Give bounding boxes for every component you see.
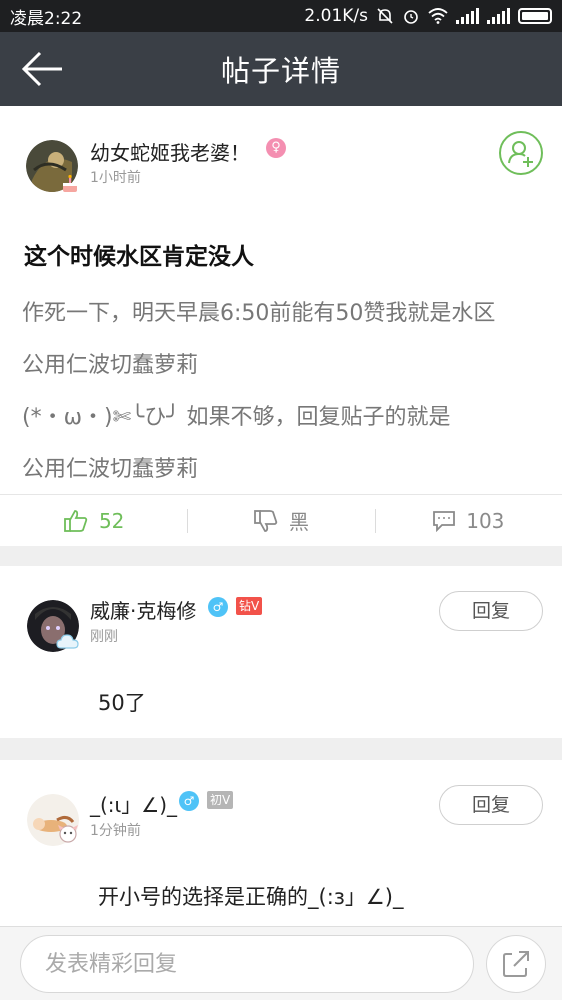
cake-icon bbox=[63, 174, 77, 192]
signal-icon-2 bbox=[487, 8, 510, 24]
post-body-line: (*・ω・)✄╰ひ╯ 如果不够，回复贴子的就是 bbox=[22, 405, 451, 430]
comment-text: 开小号的选择是正确的_(:з」∠)_ bbox=[98, 885, 404, 909]
comment-time: 1分钟前 bbox=[90, 823, 141, 839]
male-gender-icon: ♂ bbox=[179, 791, 199, 811]
status-bar: 凌晨2:22 2.01K/s bbox=[0, 0, 562, 32]
wifi-icon bbox=[428, 8, 448, 24]
mute-icon bbox=[377, 8, 393, 24]
post-title: 这个时候水区肯定没人 bbox=[24, 244, 254, 270]
battery-icon bbox=[518, 8, 552, 24]
comment-item: _(:ι」∠)_ ♂ 初V 1分钟前 回复 开小号的选择是正确的_(:з」∠)_ bbox=[0, 760, 562, 926]
reply-input[interactable] bbox=[20, 935, 474, 993]
vip-badge: 初V bbox=[207, 791, 234, 809]
thumbs-down-icon bbox=[254, 509, 278, 532]
network-speed: 2.01K/s bbox=[304, 6, 368, 26]
share-button[interactable] bbox=[486, 935, 546, 993]
status-time: 凌晨2:22 bbox=[10, 8, 83, 29]
comment-count: 103 bbox=[466, 508, 505, 533]
nav-bar: 帖子详情 bbox=[0, 32, 562, 106]
like-count: 52 bbox=[98, 508, 125, 533]
status-icons: 2.01K/s bbox=[304, 6, 552, 26]
reply-button[interactable]: 回复 bbox=[439, 785, 543, 825]
dislike-label: 黑 bbox=[288, 510, 309, 534]
post-time: 1小时前 bbox=[90, 170, 141, 186]
comment-item: 威廉·克梅修 ♂ 钻V 刚刚 回复 50了 bbox=[0, 566, 562, 738]
share-icon bbox=[503, 951, 529, 977]
post-action-bar: 52 黑 103 bbox=[0, 494, 562, 546]
female-gender-icon: ♀ bbox=[266, 138, 286, 158]
male-gender-icon: ♂ bbox=[208, 597, 228, 617]
like-button[interactable]: 52 bbox=[0, 495, 187, 546]
dislike-button[interactable]: 黑 bbox=[187, 495, 374, 546]
bottom-bar bbox=[0, 926, 562, 1000]
vip-badge: 钻V bbox=[236, 597, 263, 615]
post-body-line: 公用仁波切蠢萝莉 bbox=[22, 353, 199, 378]
comment-author-name[interactable]: _(:ι」∠)_ bbox=[90, 789, 177, 818]
post-body: 作死一下，明天早晨6:50前能有50赞我就是水区 公用仁波切蠢萝莉 (*・ω・)… bbox=[22, 288, 552, 496]
follow-user-button[interactable] bbox=[499, 131, 543, 175]
page-title: 帖子详情 bbox=[220, 54, 341, 88]
add-user-icon bbox=[508, 141, 533, 167]
comment-button[interactable]: 103 bbox=[374, 495, 562, 546]
back-arrow-icon[interactable] bbox=[18, 48, 66, 90]
thumbs-up-icon bbox=[64, 509, 88, 532]
post-body-line: 公用仁波切蠢萝莉 bbox=[22, 457, 199, 482]
comment-icon bbox=[433, 510, 456, 532]
dog-sticker-icon bbox=[58, 825, 78, 843]
comment-text: 50了 bbox=[98, 691, 146, 715]
comment-time: 刚刚 bbox=[90, 629, 118, 645]
cloud-icon bbox=[56, 634, 79, 649]
reply-button[interactable]: 回复 bbox=[439, 591, 543, 631]
signal-icon bbox=[456, 8, 479, 24]
post-author-name[interactable]: 幼女蛇姬我老婆！ bbox=[90, 137, 250, 166]
alarm-icon bbox=[404, 10, 418, 24]
comment-author-name[interactable]: 威廉·克梅修 bbox=[90, 595, 196, 624]
post-body-line: 作死一下，明天早晨6:50前能有50赞我就是水区 bbox=[22, 301, 496, 326]
post-card: 幼女蛇姬我老婆！ ♀ 1小时前 这个时候水区肯定没人 作死一下，明天早晨6:50… bbox=[0, 106, 562, 546]
